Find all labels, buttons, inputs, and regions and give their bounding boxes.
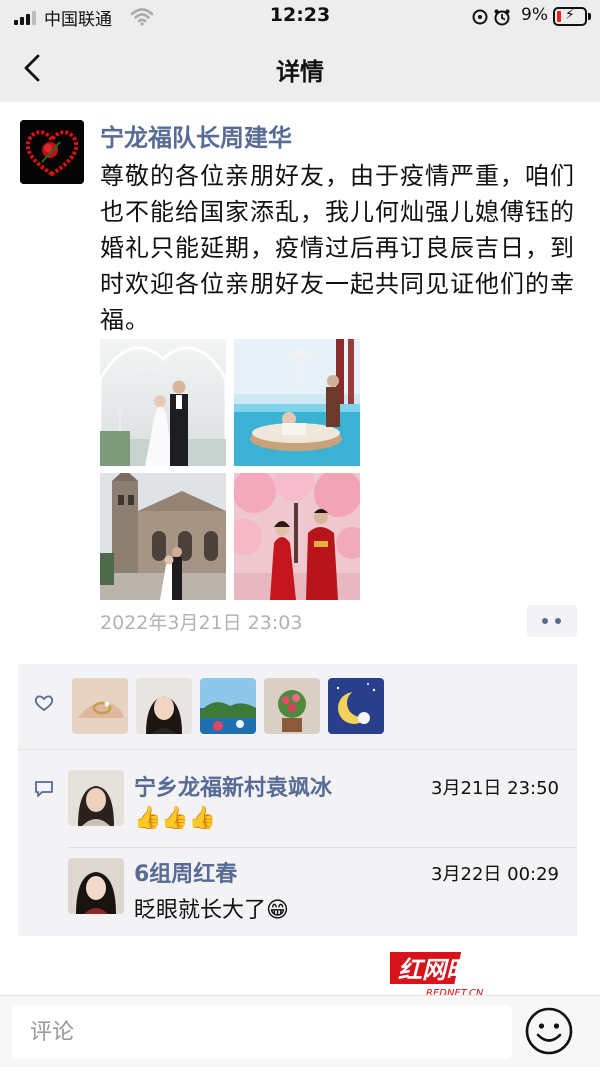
- comment-time: 3月21日 23:50: [431, 778, 559, 799]
- liker-avatar[interactable]: [72, 678, 128, 734]
- svg-text:红网时刻: 红网时刻: [398, 956, 498, 984]
- nav-bar: 详情: [0, 34, 600, 102]
- post-photo[interactable]: [100, 473, 226, 600]
- comment-bar: [0, 995, 600, 1067]
- author-avatar[interactable]: [20, 120, 84, 184]
- post-photo[interactable]: [234, 473, 360, 600]
- comment-text: 👍👍👍: [134, 806, 217, 831]
- divider: [18, 749, 577, 750]
- more-options-button[interactable]: [527, 605, 577, 637]
- lock-alarm-icons: [472, 9, 510, 26]
- comment-icon: [35, 781, 53, 797]
- liker-avatar[interactable]: [328, 678, 384, 734]
- commenter-name[interactable]: 宁乡龙福新村袁飒冰: [134, 770, 332, 802]
- commenter-name[interactable]: 6组周红春: [134, 856, 237, 888]
- post-photo[interactable]: [100, 339, 226, 466]
- liker-avatar[interactable]: [264, 678, 320, 734]
- post-photo[interactable]: [234, 339, 360, 466]
- liker-avatar[interactable]: [200, 678, 256, 734]
- post-timestamp: 2022年3月21日 23:03: [100, 612, 303, 634]
- battery-percent: 9%: [521, 5, 548, 25]
- liker-avatar[interactable]: [136, 678, 192, 734]
- commenter-avatar[interactable]: [68, 858, 124, 914]
- comment-time: 3月22日 00:29: [431, 864, 559, 885]
- commenter-avatar[interactable]: [68, 770, 124, 826]
- author-name[interactable]: 宁龙福队长周建华: [100, 118, 292, 153]
- comment-input[interactable]: [12, 1005, 512, 1059]
- battery-icon: ⚡: [553, 7, 591, 26]
- divider: [68, 847, 577, 848]
- watermark-logo: 红网时刻 REDNET.CN: [382, 948, 540, 1000]
- status-bar: 中国联通 12:23 9% ⚡: [0, 0, 600, 34]
- heart-rose-image: [20, 120, 84, 184]
- likes-comments-box: 宁乡龙福新村袁飒冰 3月21日 23:50 👍👍👍 6组周红春 3月22日 00…: [18, 664, 577, 936]
- post-text: 尊敬的各位亲朋好友，由于疫情严重，咱们也不能给国家添乱，我儿何灿强儿媳傅钰的婚礼…: [100, 162, 575, 334]
- emoji-icon[interactable]: [524, 1006, 574, 1056]
- comment-text: 眨眼就长大了😁: [134, 898, 289, 923]
- page-title: 详情: [276, 58, 324, 86]
- heart-icon: [34, 695, 54, 712]
